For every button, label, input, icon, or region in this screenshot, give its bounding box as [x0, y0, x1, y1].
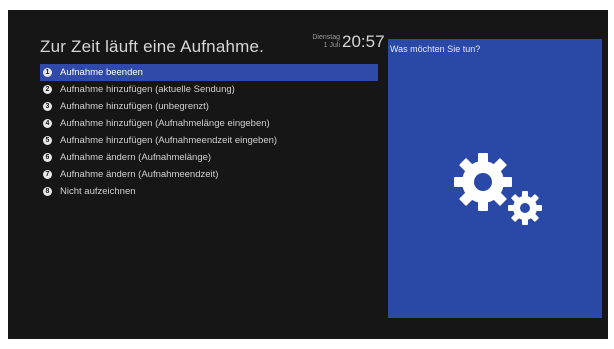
menu-item-label: Aufnahme ändern (Aufnahmelänge) [60, 152, 212, 163]
menu-item-add-enter-endtime[interactable]: 5 Aufnahme hinzufügen (Aufnahmeendzeit e… [40, 132, 378, 149]
panel-prompt: Was möchten Sie tun? [390, 44, 481, 54]
menu-item-label: Nicht aufzeichnen [60, 186, 136, 197]
menu-item-add-current-event[interactable]: 2 Aufnahme hinzufügen (aktuelle Sendung) [40, 81, 378, 98]
recording-options-menu: 1 Aufnahme beenden 2 Aufnahme hinzufügen… [40, 64, 378, 200]
number-badge: 3 [43, 102, 52, 111]
number-badge: 1 [43, 68, 52, 77]
page-title: Zur Zeit läuft eine Aufnahme. [40, 37, 265, 56]
menu-item-add-unlimited[interactable]: 3 Aufnahme hinzufügen (unbegrenzt) [40, 98, 378, 115]
number-badge: 6 [43, 153, 52, 162]
menu-item-change-endtime[interactable]: 7 Aufnahme ändern (Aufnahmeendzeit) [40, 166, 378, 183]
number-badge: 7 [43, 170, 52, 179]
tv-screen: Zur Zeit läuft eine Aufnahme. Dienstag 1… [8, 10, 608, 339]
number-badge: 5 [43, 136, 52, 145]
clock-day: Dienstag [312, 34, 340, 41]
menu-item-label: Aufnahme hinzufügen (aktuelle Sendung) [60, 84, 235, 95]
help-panel: Was möchten Sie tun? [388, 39, 602, 318]
gears-icon [454, 153, 542, 225]
menu-item-label: Aufnahme beenden [60, 67, 143, 78]
menu-item-add-enter-length[interactable]: 4 Aufnahme hinzufügen (Aufnahmelänge ein… [40, 115, 378, 132]
menu-item-label: Aufnahme hinzufügen (Aufnahmeendzeit ein… [60, 135, 278, 146]
number-badge: 2 [43, 85, 52, 94]
menu-item-label: Aufnahme hinzufügen (Aufnahmelänge einge… [60, 118, 270, 129]
menu-item-do-not-record[interactable]: 8 Nicht aufzeichnen [40, 183, 378, 200]
number-badge: 8 [43, 187, 52, 196]
menu-item-stop-recording[interactable]: 1 Aufnahme beenden [40, 64, 378, 81]
menu-item-label: Aufnahme hinzufügen (unbegrenzt) [60, 101, 209, 112]
menu-item-label: Aufnahme ändern (Aufnahmeendzeit) [60, 169, 219, 180]
menu-item-change-length[interactable]: 6 Aufnahme ändern (Aufnahmelänge) [40, 149, 378, 166]
clock-time: 20:57 [342, 32, 385, 51]
clock-date: 1 Juli [323, 42, 340, 49]
number-badge: 4 [43, 119, 52, 128]
